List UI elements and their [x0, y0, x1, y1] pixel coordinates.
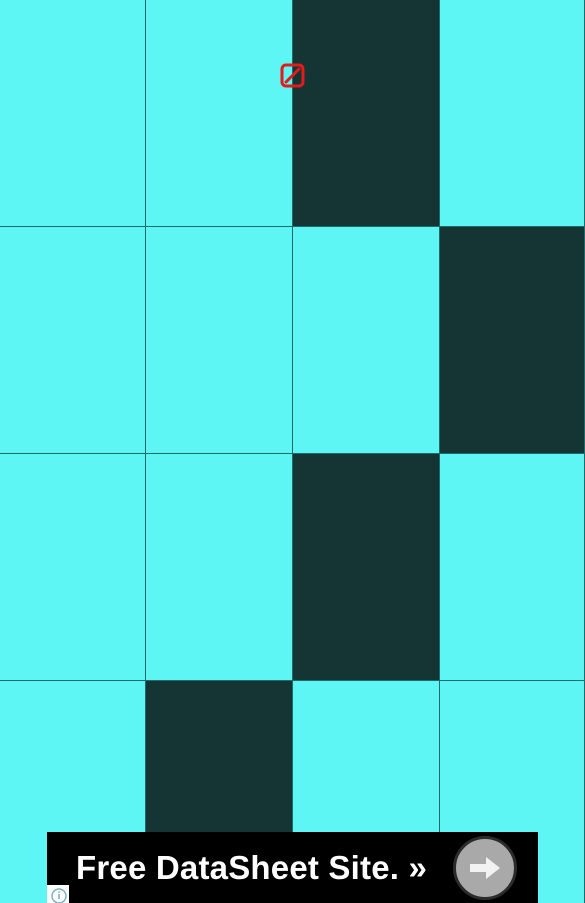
right-arrow-icon[interactable] — [453, 836, 517, 900]
light-tile[interactable] — [0, 454, 146, 681]
game-screen: Free DataSheet Site. » — [0, 0, 585, 903]
light-tile[interactable] — [440, 454, 585, 681]
light-tile[interactable] — [146, 454, 293, 681]
dark-tile[interactable] — [293, 454, 440, 681]
dark-tile[interactable] — [440, 227, 585, 454]
ad-text[interactable]: Free DataSheet Site. » — [76, 849, 427, 887]
dark-tile[interactable] — [293, 0, 440, 227]
tile-board[interactable] — [0, 0, 585, 903]
no-entry-square-icon[interactable] — [280, 63, 305, 88]
light-tile[interactable] — [0, 227, 146, 454]
light-tile[interactable] — [146, 227, 293, 454]
light-tile[interactable] — [0, 0, 146, 227]
light-tile[interactable] — [146, 0, 293, 227]
info-icon[interactable] — [47, 885, 69, 903]
ad-banner[interactable]: Free DataSheet Site. » — [47, 832, 538, 903]
light-tile[interactable] — [440, 0, 585, 227]
light-tile[interactable] — [293, 227, 440, 454]
